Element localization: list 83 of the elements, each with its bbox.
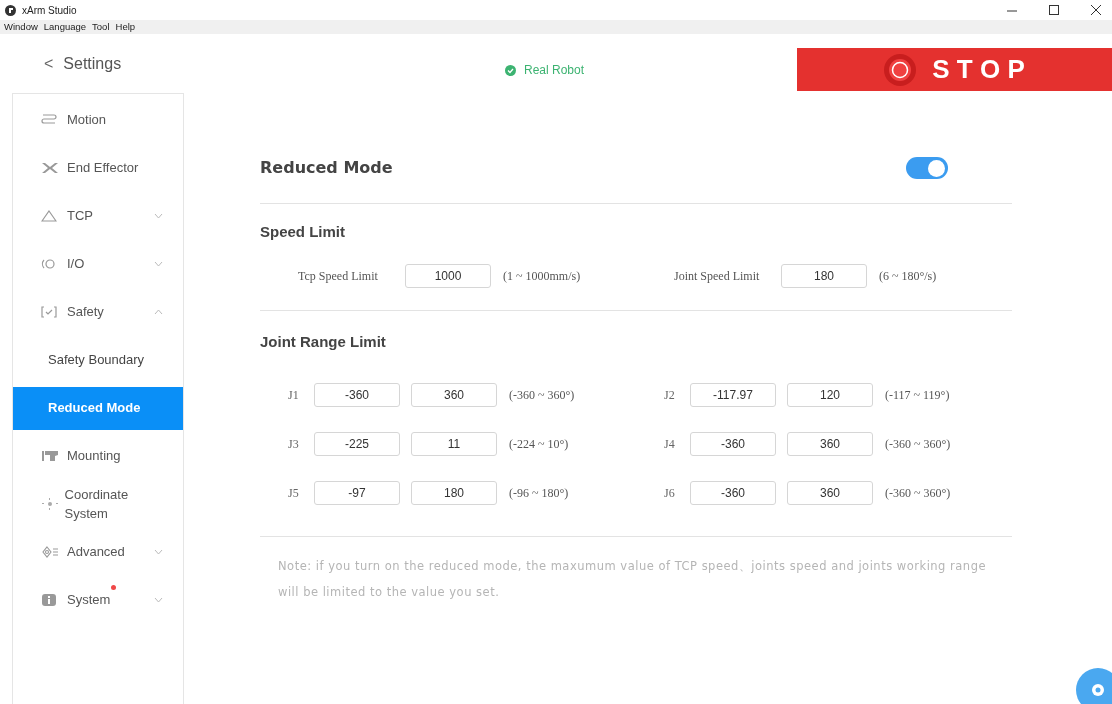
sidebar-item-label: Coordinate System (64, 485, 130, 523)
check-circle-icon (505, 64, 516, 76)
gear-list-icon (41, 546, 59, 558)
sidebar-item[interactable]: System (13, 576, 183, 624)
chevron-down-icon (154, 261, 163, 267)
field-label: Tcp Speed Limit (298, 267, 379, 285)
sidebar-item-label: TCP (67, 207, 93, 226)
page-title: Settings (63, 53, 122, 74)
field-label: Joint Speed Limit (674, 267, 761, 285)
back-button[interactable]: < (44, 51, 54, 76)
menu-item[interactable]: Language (43, 22, 87, 32)
section-title: Joint Range Limit (260, 331, 387, 352)
triangle-icon (41, 210, 57, 222)
joint-label: J5 (288, 485, 300, 502)
section-title: Reduced Mode (260, 157, 393, 179)
number-field[interactable]: 360 (411, 383, 497, 407)
settings-icon (1090, 682, 1106, 698)
menu-item[interactable]: Help (115, 22, 136, 32)
note-text: Note: if you turn on the reduced mode, the maxumum value of TCP speed、joints speed and joints working range will be limited to the value you set. (278, 558, 987, 601)
crosshair-icon (41, 498, 59, 510)
number-field[interactable]: -117.97 (690, 383, 776, 407)
mount-icon (41, 450, 59, 462)
range-hint: (6 ~ 180°/s) (879, 267, 937, 285)
sidebar-item-label: System (67, 590, 111, 610)
number-field[interactable]: 360 (787, 432, 873, 456)
toggle-switch[interactable] (906, 157, 948, 179)
section-title: Speed Limit (260, 222, 346, 242)
joint-label: J6 (664, 485, 676, 502)
gripper-icon (41, 162, 59, 174)
joint-label: J2 (664, 387, 676, 404)
signal-circle-icon (41, 258, 57, 270)
range-hint: (1 ~ 1000mm/s) (503, 267, 581, 285)
sidebar-item-label: End Effector (67, 159, 139, 178)
range-hint: (-360 ~ 360°) (885, 436, 951, 453)
sidebar-item[interactable]: Advanced (13, 528, 183, 576)
sidebar-item[interactable]: Mounting (13, 432, 183, 480)
number-field[interactable]: -360 (690, 481, 776, 505)
number-field[interactable]: 360 (787, 481, 873, 505)
sidebar-item-label: I/O (67, 255, 85, 274)
range-hint: (-96 ~ 180°) (509, 485, 569, 502)
number-field[interactable]: 1000 (405, 263, 491, 288)
joint-label: J3 (288, 436, 300, 453)
stop-circle-icon (884, 53, 917, 86)
route-icon (41, 114, 57, 126)
number-field[interactable]: 180 (411, 481, 497, 505)
number-field[interactable]: 180 (781, 263, 867, 288)
number-field[interactable]: -360 (690, 432, 776, 456)
sidebar-item-label: Motion (67, 111, 107, 130)
number-field[interactable]: -225 (314, 432, 400, 456)
number-field[interactable]: 120 (787, 383, 873, 407)
menu-item[interactable]: Window (4, 22, 38, 32)
chevron-down-icon (154, 549, 163, 555)
chevron-down-icon (154, 597, 163, 603)
sidebar-item-label: Mounting (67, 447, 121, 466)
number-field[interactable]: 11 (411, 432, 497, 456)
range-hint: (-224 ~ 10°) (509, 436, 569, 453)
check-bracket-icon (41, 306, 57, 318)
sidebar-item[interactable]: Coordinate System (13, 480, 183, 528)
window-title: xArm Studio (22, 3, 77, 18)
chevron-down-icon (154, 213, 163, 219)
joint-label: J1 (288, 387, 300, 404)
sidebar-item[interactable]: Safety (13, 288, 183, 336)
sidebar-item[interactable]: Motion (13, 96, 183, 144)
stop-button[interactable]: S T O P (797, 48, 1112, 91)
app-logo-icon (5, 4, 16, 16)
menu-item[interactable]: Tool (92, 22, 110, 32)
range-hint: (-117 ~ 119°) (885, 387, 950, 404)
sidebar-item-label: Advanced (67, 543, 125, 562)
sidebar-item[interactable]: End Effector (13, 144, 183, 192)
range-hint: (-360 ~ 360°) (509, 387, 575, 404)
maximize-icon[interactable] (1049, 5, 1059, 15)
chevron-up-icon (154, 309, 163, 315)
connection-status: Real Robot (524, 62, 585, 79)
sidebar-item-label: Safety (67, 303, 104, 322)
number-field[interactable]: -360 (314, 383, 400, 407)
info-icon (41, 594, 57, 606)
sidebar-item[interactable]: I/O (13, 240, 183, 288)
range-hint: (-360 ~ 360°) (885, 485, 951, 502)
sidebar-item[interactable]: TCP (13, 192, 183, 240)
joint-label: J4 (664, 436, 676, 453)
number-field[interactable]: -97 (314, 481, 400, 505)
sidebar-subitem[interactable]: Safety Boundary (13, 338, 183, 382)
close-icon[interactable] (1091, 5, 1101, 15)
